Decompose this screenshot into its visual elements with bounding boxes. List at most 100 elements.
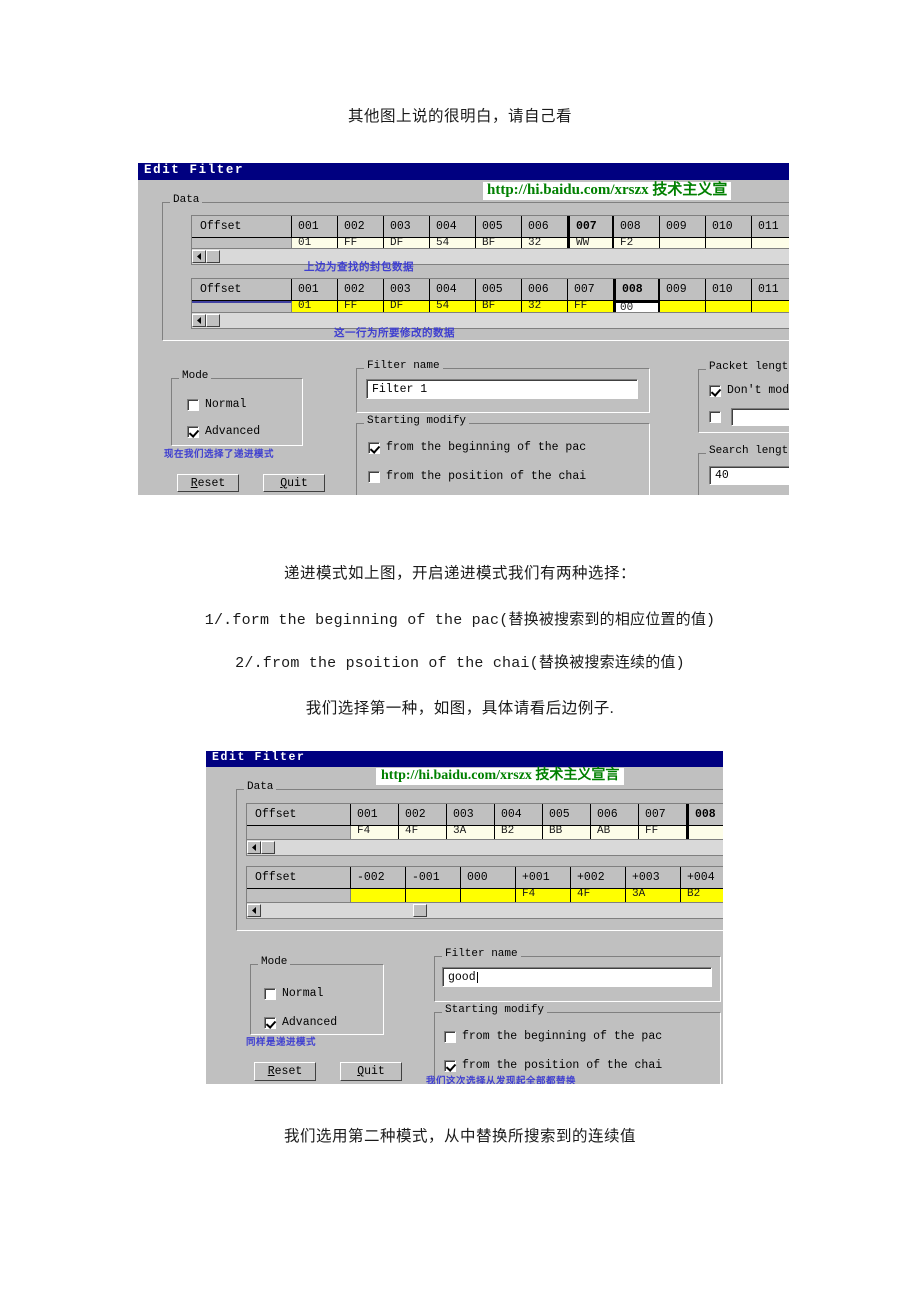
col-header-006[interactable]: 006 bbox=[522, 216, 568, 238]
col2-header-010[interactable]: 010 bbox=[706, 279, 752, 301]
mode-option-normal-2[interactable]: Normal bbox=[264, 987, 323, 1000]
col2-header-009[interactable]: 009 bbox=[660, 279, 706, 301]
s2-hex-value-003[interactable]: 3A bbox=[447, 826, 495, 839]
offset-header-top-2: Offset bbox=[247, 804, 351, 826]
starting-modify-option-position-1[interactable]: from the position of the chai bbox=[368, 470, 586, 483]
col2-header-011[interactable]: 011 bbox=[752, 279, 789, 301]
scroll-thumb[interactable] bbox=[413, 904, 427, 917]
s2-col-header-001[interactable]: 001 bbox=[351, 804, 399, 826]
checkbox-from-position-icon[interactable] bbox=[368, 470, 380, 483]
s2-col2-header-p003[interactable]: +003 bbox=[626, 867, 681, 889]
s2-hex2-value-p002[interactable]: 4F bbox=[571, 889, 626, 902]
mode-option-advanced-label-1: Advanced bbox=[205, 425, 261, 438]
col-header-008[interactable]: 008 bbox=[614, 216, 660, 238]
checkbox-packet-length-icon[interactable] bbox=[709, 411, 721, 423]
s2-hex2-value-p003[interactable]: 3A bbox=[626, 889, 681, 902]
s2-col-header-006[interactable]: 006 bbox=[591, 804, 639, 826]
starting-modify-option-beginning-1[interactable]: from the beginning of the pac bbox=[368, 441, 586, 454]
s2-col2-header-m002[interactable]: -002 bbox=[351, 867, 406, 889]
search-length-input-1[interactable]: 40 bbox=[709, 466, 789, 485]
s2-hex-value-005[interactable]: BB bbox=[543, 826, 591, 839]
checkbox-from-beginning-icon[interactable] bbox=[444, 1030, 456, 1043]
quit-button-1[interactable]: QQuituit bbox=[263, 474, 325, 492]
col2-header-002[interactable]: 002 bbox=[338, 279, 384, 301]
col2-header-003[interactable]: 003 bbox=[384, 279, 430, 301]
s2-hex2-value-m001[interactable] bbox=[406, 889, 461, 902]
col2-header-006[interactable]: 006 bbox=[522, 279, 568, 301]
col2-header-007[interactable]: 007 bbox=[568, 279, 614, 301]
col2-header-008-selected[interactable]: 008 bbox=[614, 279, 660, 301]
col-header-004[interactable]: 004 bbox=[430, 216, 476, 238]
checkbox-from-beginning-icon[interactable] bbox=[368, 441, 380, 454]
s2-hex-value-006[interactable]: AB bbox=[591, 826, 639, 839]
checkbox-normal-icon[interactable] bbox=[264, 987, 276, 1000]
starting-modify-option-position-label-2: from the position of the chai bbox=[462, 1059, 663, 1072]
annotation-starting-modify-2: 我们这次选择从发现起全部都替换 bbox=[426, 1077, 577, 1084]
s2-hex2-value-p001[interactable]: F4 bbox=[516, 889, 571, 902]
s2-hex2-value-m002[interactable] bbox=[351, 889, 406, 902]
scroll-left-arrow-icon[interactable] bbox=[247, 904, 261, 917]
mode-option-advanced-1[interactable]: Advanced bbox=[187, 425, 260, 438]
col-header-009[interactable]: 009 bbox=[660, 216, 706, 238]
hscrollbar-top-2[interactable] bbox=[246, 839, 723, 856]
packet-dont-modify-row-1[interactable]: Don't mod bbox=[709, 384, 789, 397]
s2-col-header-007[interactable]: 007 bbox=[639, 804, 687, 826]
col-header-007-selected[interactable]: 007 bbox=[568, 216, 614, 238]
hscrollbar-bottom-2[interactable] bbox=[246, 902, 723, 919]
col-header-002[interactable]: 002 bbox=[338, 216, 384, 238]
s2-hex-value-004[interactable]: B2 bbox=[495, 826, 543, 839]
col-header-010[interactable]: 010 bbox=[706, 216, 752, 238]
s2-col-header-002[interactable]: 002 bbox=[399, 804, 447, 826]
scroll-thumb[interactable] bbox=[261, 841, 275, 854]
reset-button-2[interactable]: RReseteset bbox=[254, 1062, 316, 1081]
s2-hex-value-001[interactable]: F4 bbox=[351, 826, 399, 839]
scroll-left-arrow-icon[interactable] bbox=[192, 250, 206, 263]
col-header-001[interactable]: 001 bbox=[292, 216, 338, 238]
checkbox-from-position-icon[interactable] bbox=[444, 1059, 456, 1072]
s2-col-header-005[interactable]: 005 bbox=[543, 804, 591, 826]
col2-header-001[interactable]: 001 bbox=[292, 279, 338, 301]
scroll-left-arrow-icon[interactable] bbox=[247, 841, 261, 854]
col-header-011[interactable]: 011 bbox=[752, 216, 789, 238]
s2-col2-header-000[interactable]: 000 bbox=[461, 867, 516, 889]
quit-button-2[interactable]: QQuituit bbox=[340, 1062, 402, 1081]
s2-col2-header-p002[interactable]: +002 bbox=[571, 867, 626, 889]
hscrollbar-top-1[interactable] bbox=[191, 248, 789, 265]
text-caret bbox=[476, 971, 478, 983]
body-line-3: 2/.from the psoition of the chai(替换被搜索连续… bbox=[235, 655, 685, 672]
hscrollbar-bottom-1[interactable] bbox=[191, 312, 789, 329]
scroll-left-arrow-icon[interactable] bbox=[192, 314, 206, 327]
starting-modify-option-beginning-2[interactable]: from the beginning of the pac bbox=[444, 1030, 662, 1043]
col-header-003[interactable]: 003 bbox=[384, 216, 430, 238]
reset-button-1[interactable]: RReseteset bbox=[177, 474, 239, 492]
col-header-005[interactable]: 005 bbox=[476, 216, 522, 238]
packet-length-second-row-1[interactable] bbox=[709, 411, 721, 423]
checkbox-advanced-icon[interactable] bbox=[187, 425, 199, 438]
s2-col-header-008-selected[interactable]: 008 bbox=[687, 804, 723, 826]
s2-col-header-004[interactable]: 004 bbox=[495, 804, 543, 826]
s2-hex2-value-000[interactable] bbox=[461, 889, 516, 902]
s2-hex-value-007[interactable]: FF bbox=[639, 826, 687, 839]
filter-name-input-2[interactable]: good bbox=[442, 967, 712, 987]
scroll-thumb[interactable] bbox=[206, 250, 220, 263]
packet-length-input-1[interactable] bbox=[731, 408, 789, 426]
col2-header-005[interactable]: 005 bbox=[476, 279, 522, 301]
s2-col2-header-p004[interactable]: +004 bbox=[681, 867, 723, 889]
caption-bottom: 我们选用第二种模式，从中替换所搜索到的连续值 bbox=[283, 1128, 636, 1145]
checkbox-normal-icon[interactable] bbox=[187, 398, 199, 411]
s2-hex-value-008[interactable] bbox=[687, 826, 723, 839]
s2-hex-value-002[interactable]: 4F bbox=[399, 826, 447, 839]
s2-col2-header-p001[interactable]: +001 bbox=[516, 867, 571, 889]
offset-header-top-1: Offset bbox=[192, 216, 292, 238]
scroll-thumb[interactable] bbox=[206, 314, 220, 327]
s2-hex2-value-p004[interactable]: B2 bbox=[681, 889, 723, 902]
s2-col2-header-m001[interactable]: -001 bbox=[406, 867, 461, 889]
filter-name-input-1[interactable]: Filter 1 bbox=[366, 379, 638, 399]
checkbox-advanced-icon[interactable] bbox=[264, 1016, 276, 1029]
mode-option-normal-1[interactable]: Normal bbox=[187, 398, 246, 411]
starting-modify-option-position-2[interactable]: from the position of the chai bbox=[444, 1059, 662, 1072]
checkbox-dont-modify-icon[interactable] bbox=[709, 384, 721, 397]
s2-col-header-003[interactable]: 003 bbox=[447, 804, 495, 826]
col2-header-004[interactable]: 004 bbox=[430, 279, 476, 301]
mode-option-advanced-2[interactable]: Advanced bbox=[264, 1016, 337, 1029]
